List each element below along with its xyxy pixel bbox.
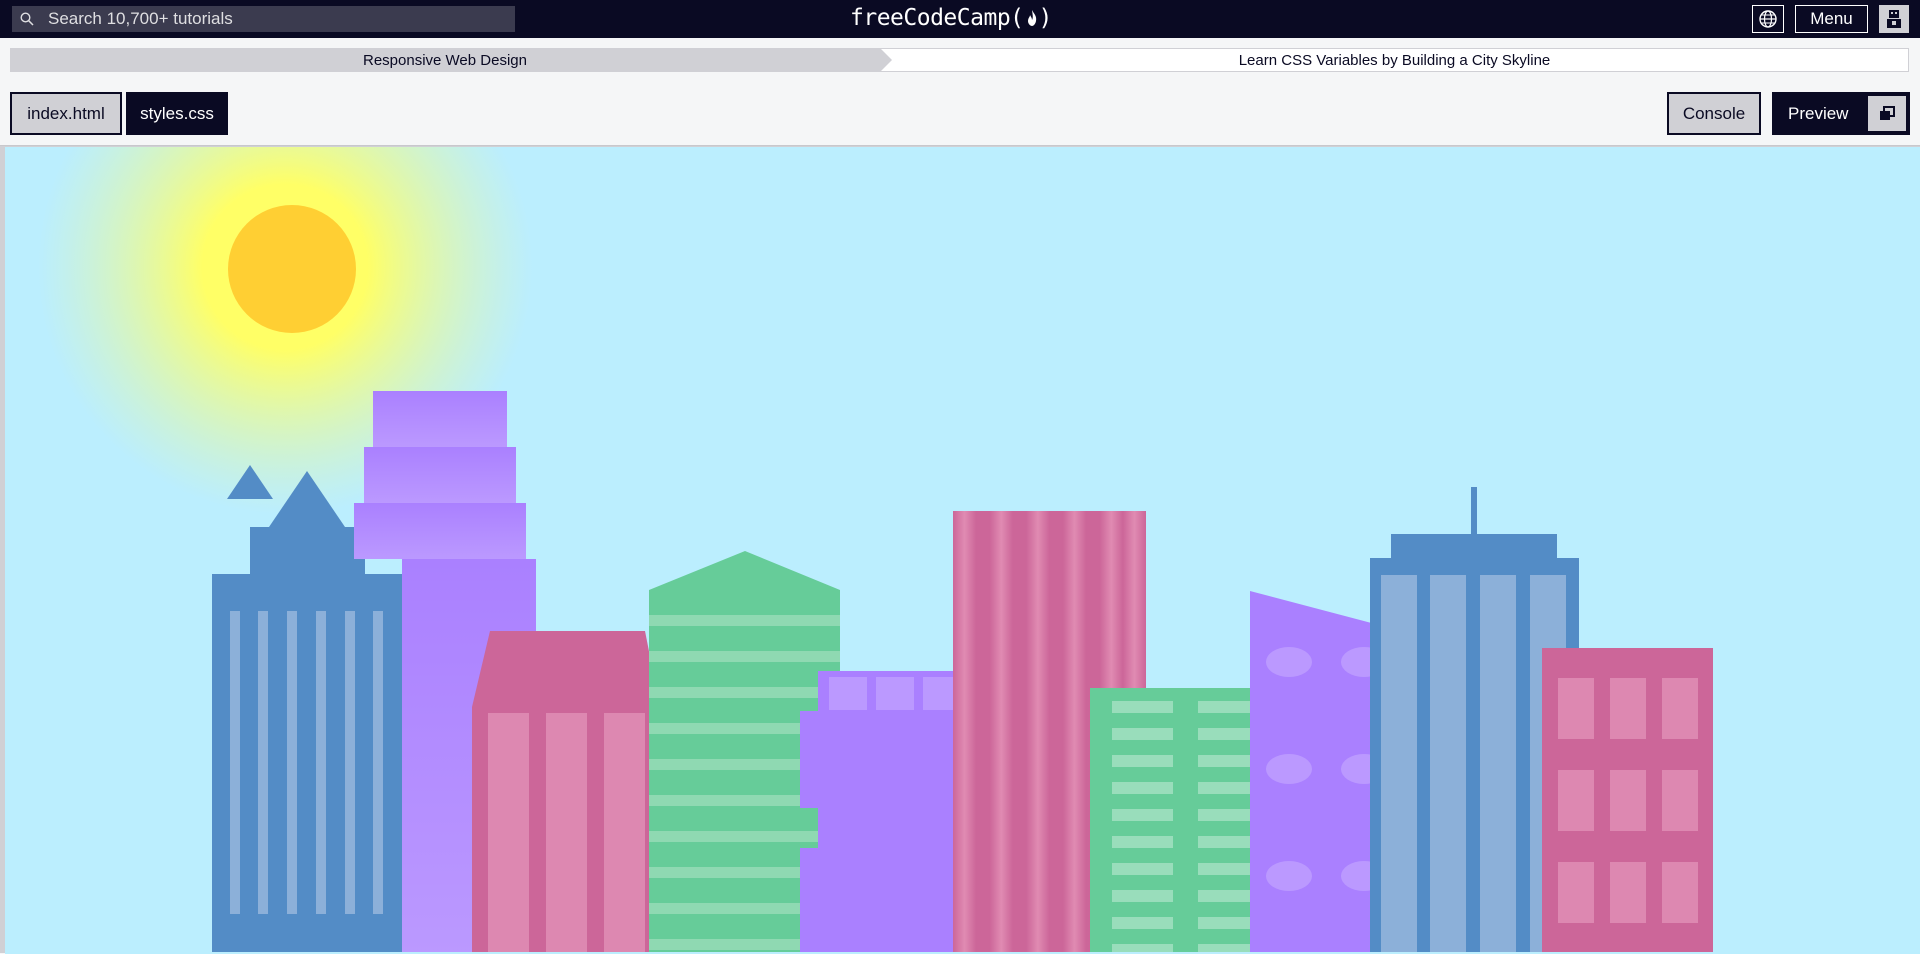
green-building-window	[1112, 863, 1173, 875]
freecodecamp-logo[interactable]: freeCodeCamp( )	[850, 5, 1052, 31]
logo-close: )	[1038, 5, 1053, 31]
pink-building-window	[1610, 678, 1646, 739]
green-building-stripe	[649, 831, 840, 842]
pink-building-window	[1662, 678, 1698, 739]
search-icon	[20, 12, 34, 26]
fire-icon	[1027, 10, 1036, 26]
pink-building-window	[1558, 770, 1594, 831]
console-button[interactable]: Console	[1667, 92, 1761, 135]
preview-label: Preview	[1788, 103, 1849, 123]
green-building-window	[1198, 917, 1259, 929]
green-building-window	[1198, 809, 1259, 821]
avatar[interactable]	[1879, 5, 1909, 33]
language-button[interactable]	[1752, 5, 1784, 33]
green-building-stripe	[649, 687, 840, 698]
green-building-window	[1112, 701, 1173, 713]
sun	[228, 205, 356, 333]
green-building-window	[1198, 728, 1259, 740]
pink-building-window	[1662, 770, 1698, 831]
top-navbar: Search 10,700+ tutorials freeCodeCamp( )…	[0, 0, 1920, 38]
green-building-window	[1112, 728, 1173, 740]
green-building-window	[1112, 809, 1173, 821]
breadcrumb: Responsive Web Design Learn CSS Variable…	[10, 48, 1909, 72]
tab-index-html[interactable]: index.html	[10, 92, 122, 135]
pop-out-preview-button[interactable]	[1868, 96, 1906, 131]
avatar-icon	[1887, 10, 1901, 28]
green-building-window	[1198, 863, 1259, 875]
pink-building-window	[1662, 862, 1698, 923]
menu-button[interactable]: Menu	[1795, 5, 1868, 33]
breadcrumb-block[interactable]: Learn CSS Variables by Building a City S…	[880, 48, 1909, 72]
tab-styles-css[interactable]: styles.css	[126, 92, 228, 135]
green-building-window	[1112, 836, 1173, 848]
green-building-window	[1112, 755, 1173, 767]
green-building-window	[1198, 836, 1259, 848]
preview-pane	[0, 145, 1920, 954]
green-building-window	[1112, 890, 1173, 902]
green-building-window	[1198, 701, 1259, 713]
green-building-window	[1112, 782, 1173, 794]
pink-building-window	[1558, 862, 1594, 923]
green-building-stripe	[649, 615, 840, 626]
pop-out-icon	[1880, 105, 1895, 120]
green-building-window	[1112, 917, 1173, 929]
globe-icon	[1759, 10, 1777, 28]
city-skyline-preview	[5, 147, 1920, 954]
pink-building-window	[1610, 770, 1646, 831]
pink-building-window	[1558, 678, 1594, 739]
green-building-window	[1198, 782, 1259, 794]
building-pink-windows	[1542, 648, 1713, 954]
breadcrumb-superblock[interactable]: Responsive Web Design	[10, 48, 892, 72]
green-building-stripe	[649, 651, 840, 662]
green-building-window	[1198, 890, 1259, 902]
pink-building-window	[1610, 862, 1646, 923]
search-placeholder: Search 10,700+ tutorials	[48, 9, 233, 28]
search-input[interactable]: Search 10,700+ tutorials	[12, 6, 515, 32]
green-building-window	[1198, 755, 1259, 767]
logo-text: freeCodeCamp(	[850, 5, 1024, 31]
preview-button[interactable]: Preview	[1772, 92, 1910, 135]
building-pink-trapezoid	[472, 631, 660, 954]
